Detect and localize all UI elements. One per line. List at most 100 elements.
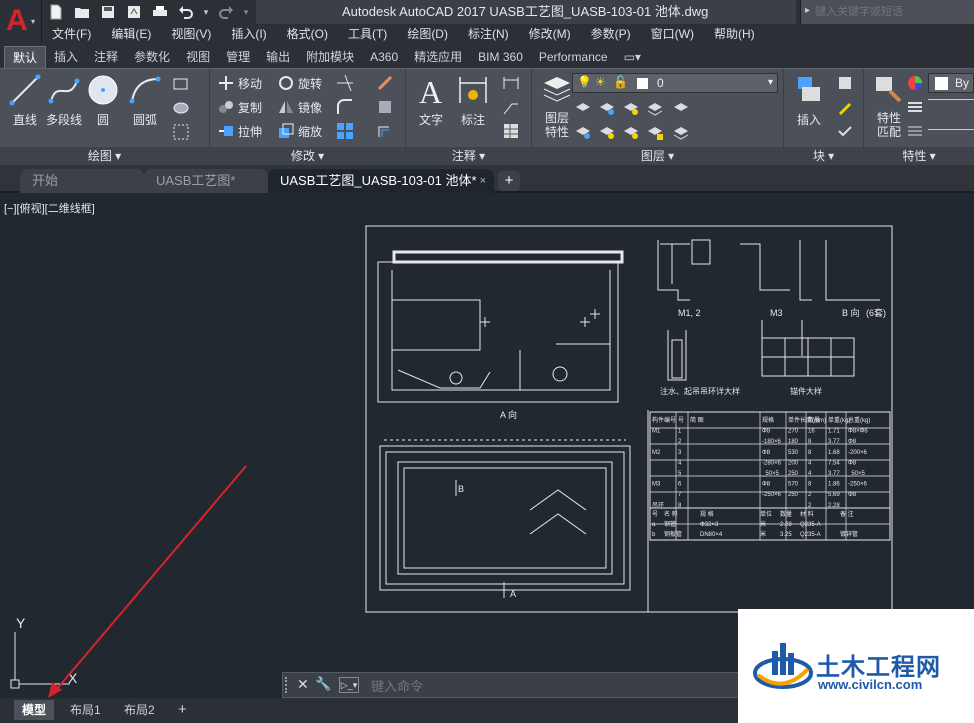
ribbon-display-toggle[interactable]: ▭▾ bbox=[616, 46, 649, 68]
menu-file[interactable]: 文件(F) bbox=[42, 24, 101, 44]
redo-dropdown-icon[interactable]: ▾ bbox=[242, 3, 250, 21]
drag-grip-icon[interactable] bbox=[285, 677, 293, 693]
ribbon-tab-insert[interactable]: 插入 bbox=[46, 46, 86, 68]
search-arrow-icon[interactable]: ▸ bbox=[805, 5, 810, 16]
layer-tool-4-icon[interactable] bbox=[646, 99, 664, 117]
menu-tools[interactable]: 工具(T) bbox=[338, 24, 397, 44]
linetype-dropdown[interactable] bbox=[928, 129, 974, 130]
create-block-icon[interactable] bbox=[836, 74, 854, 92]
hatch-icon[interactable] bbox=[172, 99, 190, 117]
block-attribute-icon[interactable] bbox=[836, 122, 854, 140]
modify-panel-title[interactable]: 修改 ▾ bbox=[210, 147, 405, 165]
menu-format[interactable]: 格式(O) bbox=[277, 24, 338, 44]
menu-draw[interactable]: 绘图(D) bbox=[397, 24, 458, 44]
search-box[interactable]: ▸ bbox=[800, 0, 974, 24]
tab-start[interactable]: 开始 bbox=[20, 169, 144, 193]
layers-panel-title[interactable]: 图层 ▾ bbox=[532, 147, 783, 165]
array-icon[interactable] bbox=[336, 122, 354, 140]
layer-dropdown[interactable]: 💡 ☀ 🔓 0 ▾ bbox=[572, 73, 778, 93]
block-panel-title[interactable]: 块 ▾ bbox=[784, 147, 863, 165]
table-icon[interactable] bbox=[502, 122, 520, 140]
ribbon-tab-parametric[interactable]: 参数化 bbox=[126, 46, 178, 68]
erase-icon[interactable] bbox=[376, 74, 394, 92]
command-input[interactable] bbox=[371, 677, 731, 695]
new-tab-button[interactable]: + bbox=[498, 171, 520, 191]
tab-layout2[interactable]: 布局2 bbox=[116, 700, 163, 720]
redo-icon[interactable] bbox=[216, 3, 236, 21]
undo-dropdown-icon[interactable]: ▾ bbox=[202, 3, 210, 21]
move-button[interactable]: 移动 bbox=[218, 72, 262, 94]
close-tab-icon[interactable]: × bbox=[480, 169, 486, 193]
trim-icon[interactable] bbox=[336, 74, 354, 92]
ribbon-tab-annotate[interactable]: 注释 bbox=[86, 46, 126, 68]
tab-layout1[interactable]: 布局1 bbox=[62, 700, 109, 720]
copy-button[interactable]: 复制 bbox=[218, 96, 262, 118]
layer-tool-2-icon[interactable] bbox=[598, 99, 616, 117]
draw-panel-title[interactable]: 绘图 ▾ bbox=[0, 147, 209, 165]
ribbon-tab-home[interactable]: 默认 bbox=[4, 46, 47, 68]
mirror-button[interactable]: 镜像 bbox=[278, 96, 322, 118]
scale-button[interactable]: 缩放 bbox=[278, 120, 322, 142]
ribbon-tab-a360[interactable]: A360 bbox=[362, 46, 406, 68]
explode-icon[interactable] bbox=[376, 98, 394, 116]
menu-insert[interactable]: 插入(I) bbox=[221, 24, 276, 44]
ribbon-tab-output[interactable]: 输出 bbox=[258, 46, 298, 68]
ribbon-tab-view[interactable]: 视图 bbox=[178, 46, 218, 68]
menu-view[interactable]: 视图(V) bbox=[161, 24, 221, 44]
open-folder-icon[interactable] bbox=[72, 3, 92, 21]
layer-tool-1-icon[interactable] bbox=[574, 99, 592, 117]
offset-icon[interactable] bbox=[376, 122, 394, 140]
linear-dim-icon[interactable] bbox=[502, 74, 520, 92]
menu-dimension[interactable]: 标注(N) bbox=[458, 24, 519, 44]
print-icon[interactable] bbox=[150, 3, 170, 21]
layer-tool-3-icon[interactable] bbox=[622, 99, 640, 117]
properties-panel-title[interactable]: 特性 ▾ bbox=[864, 147, 974, 165]
edit-block-icon[interactable] bbox=[836, 98, 854, 116]
menu-modify[interactable]: 修改(M) bbox=[519, 24, 581, 44]
tab-uasb-pool-body[interactable]: UASB工艺图_UASB-103-01 池体* × bbox=[268, 169, 494, 193]
layer-tool-7-icon[interactable] bbox=[622, 123, 640, 141]
application-menu-button[interactable]: A ▾ bbox=[0, 0, 42, 44]
boundary-icon[interactable] bbox=[172, 123, 190, 141]
close-icon[interactable]: ✕ bbox=[297, 676, 309, 693]
tab-model[interactable]: 模型 bbox=[14, 700, 55, 720]
ribbon-tab-addins[interactable]: 附加模块 bbox=[298, 46, 362, 68]
add-layout-button[interactable]: + bbox=[170, 700, 195, 720]
menu-edit[interactable]: 编辑(E) bbox=[101, 24, 161, 44]
layer-tool-8-icon[interactable] bbox=[646, 123, 664, 141]
save-as-icon[interactable] bbox=[124, 3, 144, 21]
arc-button[interactable]: 圆弧 bbox=[120, 71, 170, 129]
lineweight-dropdown[interactable] bbox=[928, 99, 974, 115]
new-file-icon[interactable] bbox=[46, 3, 66, 21]
ribbon-tab-performance[interactable]: Performance bbox=[531, 46, 616, 68]
layer-tool-10-icon[interactable] bbox=[672, 123, 690, 141]
ribbon-tab-bim360[interactable]: BIM 360 bbox=[470, 46, 531, 68]
stretch-button[interactable]: 拉伸 bbox=[218, 120, 262, 142]
layer-tool-5-icon[interactable] bbox=[574, 123, 592, 141]
fillet-icon[interactable] bbox=[336, 98, 354, 116]
dimension-button[interactable]: 标注 bbox=[448, 71, 498, 129]
menu-help[interactable]: 帮助(H) bbox=[704, 24, 765, 44]
lineweight-icon[interactable] bbox=[906, 98, 924, 116]
layer-tool-6-icon[interactable] bbox=[598, 123, 616, 141]
save-icon[interactable] bbox=[98, 3, 118, 21]
leader-icon[interactable] bbox=[502, 98, 520, 116]
rectangle-icon[interactable] bbox=[172, 75, 190, 93]
insert-block-button[interactable]: 插入 bbox=[784, 71, 834, 129]
linetype-icon[interactable] bbox=[906, 122, 924, 140]
color-swatch[interactable]: By bbox=[928, 73, 974, 93]
ribbon-tab-manage[interactable]: 管理 bbox=[218, 46, 258, 68]
command-prompt-icon[interactable]: ▷_▾ bbox=[339, 677, 359, 693]
rotate-button[interactable]: 旋转 bbox=[278, 72, 322, 94]
search-input[interactable] bbox=[815, 3, 971, 21]
tab-uasb-process[interactable]: UASB工艺图* bbox=[144, 169, 268, 193]
color-wheel-icon[interactable] bbox=[906, 74, 924, 92]
layer-tool-9-icon[interactable] bbox=[672, 99, 690, 117]
undo-icon[interactable] bbox=[176, 3, 196, 21]
customize-icon[interactable]: 🔧 bbox=[315, 676, 331, 692]
table-cell: 530 bbox=[788, 450, 799, 456]
menu-window[interactable]: 窗口(W) bbox=[641, 24, 704, 44]
annotation-panel-title[interactable]: 注释 ▾ bbox=[406, 147, 531, 165]
ribbon-tab-featured-apps[interactable]: 精选应用 bbox=[406, 46, 470, 68]
menu-parametric[interactable]: 参数(P) bbox=[581, 24, 641, 44]
